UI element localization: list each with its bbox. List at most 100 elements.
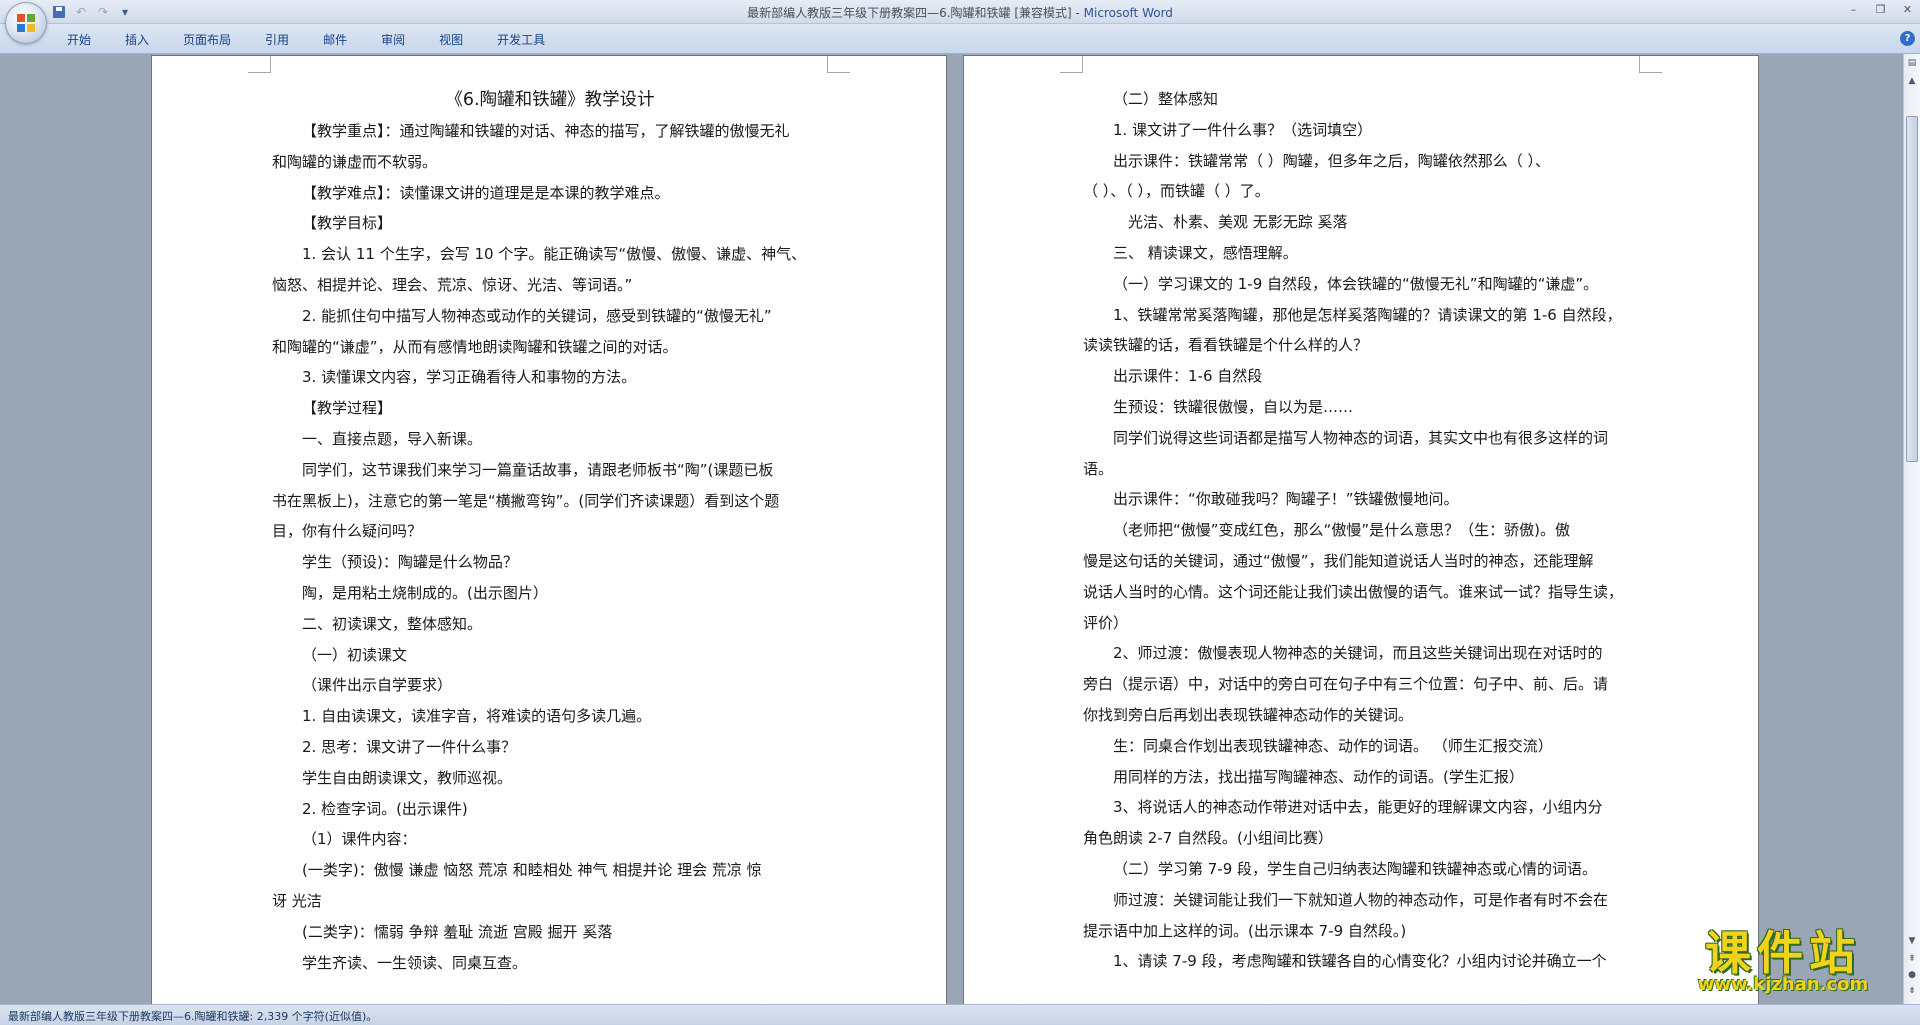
help-icon[interactable]: ? bbox=[1900, 31, 1915, 46]
margin-corner-mark bbox=[1060, 56, 1083, 73]
paragraph-line: 1. 自由读课文，读准字音，将难读的语句多读几遍。 bbox=[302, 707, 652, 726]
paragraph-line: 1. 课文讲了一件什么事？（选词填空） bbox=[1113, 120, 1373, 139]
paragraph-line: 说话人当时的心情。这个词还能让我们读出傲慢的语气。谁来试一试？指导生读， bbox=[1083, 582, 1624, 601]
scroll-up-icon[interactable]: ▲ bbox=[1905, 74, 1919, 88]
ruler-toggle-icon[interactable]: ▤ bbox=[1905, 56, 1919, 70]
paragraph-line: （二）学习第 7-9 段，学生自己归纳表达陶罐和铁罐神态或心情的词语。 bbox=[1113, 859, 1598, 878]
ribbon-tab[interactable]: 开发工具 bbox=[480, 30, 562, 50]
margin-corner-mark bbox=[827, 56, 850, 73]
ribbon-tabs: 开始 插入 页面布局 引用 邮件 审阅 视图 开发工具 bbox=[50, 30, 562, 50]
document-area: 《6.陶罐和铁罐》教学设计 【教学重点】：通过陶罐和铁罐的对话、神态的描写，了解… bbox=[0, 54, 1903, 1004]
paragraph-line: 评价） bbox=[1083, 613, 1129, 632]
paragraph-line: 出示课件：1-6 自然段 bbox=[1113, 367, 1263, 386]
paragraph-line: 学生齐读、一生领读、同桌互查。 bbox=[302, 953, 528, 972]
ribbon-tab[interactable]: 页面布局 bbox=[166, 30, 248, 50]
paragraph-line: 同学们说得这些词语都是描写人物神态的词语，其实文中也有很多这样的词 bbox=[1113, 428, 1609, 447]
paragraph-line: 恼怒、相提并论、理会、荒凉、惊讶、光洁、等词语。” bbox=[272, 275, 633, 294]
margin-corner-mark bbox=[1639, 56, 1662, 73]
office-button[interactable] bbox=[5, 2, 47, 44]
paragraph-line: 2. 能抓住句中描写人物神态或动作的关键词，感受到铁罐的“傲慢无礼” bbox=[302, 306, 772, 325]
page-left-content[interactable]: 《6.陶罐和铁罐》教学设计 【教学重点】：通过陶罐和铁罐的对话、神态的描写，了解… bbox=[272, 84, 828, 978]
paragraph-line: 出示课件：铁罐常常（ ）陶罐，但多年之后，陶罐依然那么（ ）、 bbox=[1113, 151, 1551, 170]
ribbon-tab[interactable]: 开始 bbox=[50, 30, 108, 50]
paragraph-line: 【教学过程】 bbox=[302, 399, 393, 418]
paragraph-line: 书在黑板上)，注意它的第一笔是“横撇弯钩”。(同学们齐读课题）看到这个题 bbox=[272, 491, 780, 510]
ribbon-tab[interactable]: 邮件 bbox=[306, 30, 364, 50]
paragraph-line: 生预设：铁罐很傲慢，自以为是…… bbox=[1113, 397, 1354, 416]
document-title: 最新部编人教版三年级下册教案四—6.陶罐和铁罐 [兼容模式] - bbox=[747, 6, 1084, 20]
paragraph-line: 旁白（提示语）中，对话中的旁白可在句子中有三个位置：句子中、前、后。请 bbox=[1083, 675, 1609, 694]
paragraph-line: 讶 光洁 bbox=[272, 891, 322, 910]
paragraph-line: （一）学习课文的 1-9 自然段，体会铁罐的“傲慢无礼”和陶罐的“谦虚”。 bbox=[1113, 274, 1599, 293]
ribbon-tab[interactable]: 审阅 bbox=[364, 30, 422, 50]
status-text: 最新部编人教版三年级下册教案四—6.陶罐和铁罐: 2,339 个字符(近似值)。 bbox=[8, 1010, 378, 1023]
scroll-down-icon[interactable]: ▼ bbox=[1905, 934, 1919, 948]
paragraph-line: （1）课件内容： bbox=[302, 830, 417, 849]
paragraph-line: (一类字)：傲慢 谦虚 恼怒 荒凉 和睦相处 神气 相提并论 理会 荒凉 惊 bbox=[302, 861, 762, 880]
paragraph-line: 三、 精读课文，感悟理解。 bbox=[1113, 243, 1298, 262]
paragraph-line: （ ）、（ ），而铁罐（ ）了。 bbox=[1083, 182, 1270, 201]
paragraph-line: 二、初读课文，整体感知。 bbox=[302, 614, 483, 633]
paragraph-line: （老师把“傲慢”变成红色，那么“傲慢”是什么意思？（生：骄傲)。傲 bbox=[1113, 521, 1570, 540]
paragraph-line: 【教学难点】：读懂课文讲的道理是是本课的教学难点。 bbox=[302, 183, 670, 202]
paragraph-line: 3. 读懂课文内容，学习正确看待人和事物的方法。 bbox=[302, 368, 637, 387]
paragraph-line: 和陶罐的谦虚而不软弱。 bbox=[272, 152, 438, 171]
paragraph-line: 2. 检查字词。(出示课件) bbox=[302, 799, 468, 818]
scrollbar-thumb[interactable] bbox=[1906, 116, 1918, 462]
margin-corner-mark bbox=[248, 56, 271, 73]
paragraph-line: 学生（预设)：陶罐是什么物品？ bbox=[302, 553, 518, 572]
paragraph-line: 1、铁罐常常奚落陶罐，那他是怎样奚落陶罐的？请读课文的第 1-6 自然段， bbox=[1113, 305, 1622, 324]
site-watermark-logo: 课件站 www.kjzhan.com bbox=[1668, 928, 1898, 996]
paragraph-line: 【教学重点】：通过陶罐和铁罐的对话、神态的描写，了解铁罐的傲慢无礼 bbox=[302, 122, 790, 140]
close-button[interactable]: ✕ bbox=[1895, 0, 1920, 18]
previous-page-icon[interactable]: ⇞ bbox=[1905, 952, 1919, 966]
next-page-icon[interactable]: ⇟ bbox=[1905, 984, 1919, 998]
paragraph-line: 目，你有什么疑问吗？ bbox=[272, 522, 423, 541]
paragraph-line: 你找到旁白后再划出表现铁罐神态动作的关键词。 bbox=[1083, 705, 1414, 724]
paragraph-line: 2、师过渡：傲慢表现人物神态的关键词，而且这些关键词出现在对话时的 bbox=[1113, 644, 1603, 663]
paragraph-line: (二类字)：懦弱 争辩 羞耻 流逝 宫殿 掘开 奚落 bbox=[302, 922, 613, 941]
paragraph-line: 角色朗读 2-7 自然段。(小组间比赛） bbox=[1083, 829, 1333, 848]
minimize-button[interactable]: – bbox=[1841, 0, 1866, 18]
paragraph-line: 和陶罐的“谦虚”，从而有感情地朗读陶罐和铁罐之间的对话。 bbox=[272, 337, 678, 356]
page-left: 《6.陶罐和铁罐》教学设计 【教学重点】：通过陶罐和铁罐的对话、神态的描写，了解… bbox=[152, 56, 946, 1004]
paragraph-line: 陶，是用粘土烧制成的。(出示图片） bbox=[302, 583, 548, 602]
paragraph-line: 1、请读 7-9 段，考虑陶罐和铁罐各自的心情变化？小组内讨论并确立一个 bbox=[1113, 952, 1607, 971]
paragraph-line: 师过渡：关键词能让我们一下就知道人物的神态动作，可是作者有时不会在 bbox=[1113, 890, 1609, 909]
paragraph-line: （二）整体感知 bbox=[1113, 90, 1219, 108]
vertical-scrollbar[interactable]: ▤ ▲ ▼ ⇞ ● ⇟ bbox=[1903, 54, 1920, 1004]
window-title: 最新部编人教版三年级下册教案四—6.陶罐和铁罐 [兼容模式] - Microso… bbox=[0, 4, 1920, 21]
paragraph-line: 提示语中加上这样的词。(出示课本 7-9 自然段。) bbox=[1083, 921, 1407, 940]
ribbon-tab[interactable]: 视图 bbox=[422, 30, 480, 50]
paragraph-line: 3、将说话人的神态动作带进对话中去，能更好的理解课文内容，小组内分 bbox=[1113, 798, 1603, 817]
paragraph-line: 【教学目标】 bbox=[302, 214, 393, 233]
watermark-url: www.kjzhan.com bbox=[1697, 974, 1869, 995]
paragraph-line: 读读铁罐的话，看看铁罐是个什么样的人？ bbox=[1083, 336, 1369, 355]
paragraph-line: 语。 bbox=[1083, 459, 1114, 478]
paragraph-line: 用同样的方法，找出描写陶罐神态、动作的词语。(学生汇报） bbox=[1113, 767, 1524, 786]
paragraph-line: 学生自由朗读课文，教师巡视。 bbox=[302, 768, 513, 787]
paragraph-line: 2. 思考：课文讲了一件什么事？ bbox=[302, 737, 517, 756]
ribbon-tab[interactable]: 引用 bbox=[248, 30, 306, 50]
paragraph-line: 一、直接点题，导入新课。 bbox=[302, 429, 483, 448]
paragraph-line: 出示课件：“你敢碰我吗？陶罐子！”铁罐傲慢地问。 bbox=[1113, 490, 1459, 509]
status-bar: 最新部编人教版三年级下册教案四—6.陶罐和铁罐: 2,339 个字符(近似值)。 bbox=[0, 1004, 1920, 1025]
page-right: （二）整体感知 1. 课文讲了一件什么事？（选词填空） 出示课件：铁罐常常（ ）陶罐… bbox=[964, 56, 1758, 1004]
ribbon: 开始 插入 页面布局 引用 邮件 审阅 视图 开发工具 ? bbox=[0, 24, 1920, 54]
title-bar: ↶ ↷ ▾ 最新部编人教版三年级下册教案四—6.陶罐和铁罐 [兼容模式] - M… bbox=[0, 0, 1920, 24]
paragraph-line: 生：同桌合作划出表现铁罐神态、动作的词语。 （师生汇报交流） bbox=[1113, 736, 1553, 755]
word-window: ↶ ↷ ▾ 最新部编人教版三年级下册教案四—6.陶罐和铁罐 [兼容模式] - M… bbox=[0, 0, 1920, 1025]
paragraph-line: 同学们，这节课我们来学习一篇童话故事，请跟老师板书“陶”(课题已板 bbox=[302, 460, 774, 479]
restore-button[interactable]: ❐ bbox=[1868, 0, 1893, 18]
select-browse-object-icon[interactable]: ● bbox=[1905, 968, 1919, 982]
paragraph-line: 1. 会认 11 个生字，会写 10 个字。能正确读写“傲慢、傲慢、谦虚、神气、 bbox=[302, 245, 807, 264]
paragraph-line: 慢是这句话的关键词，通过“傲慢”，我们能知道说话人当时的神态，还能理解 bbox=[1083, 551, 1594, 570]
page-right-content[interactable]: （二）整体感知 1. 课文讲了一件什么事？（选词填空） 出示课件：铁罐常常（ ）陶罐… bbox=[1083, 84, 1641, 977]
ribbon-tab[interactable]: 插入 bbox=[108, 30, 166, 50]
app-name: Microsoft Word bbox=[1083, 6, 1173, 20]
watermark-title: 课件站 bbox=[1705, 926, 1861, 980]
paragraph-line: （课件出示自学要求） bbox=[302, 676, 453, 695]
office-logo-icon bbox=[17, 14, 35, 32]
paragraph-line: 光洁、朴素、美观 无影无踪 奚落 bbox=[1128, 213, 1348, 232]
paragraph-line: （一）初读课文 bbox=[302, 645, 408, 664]
